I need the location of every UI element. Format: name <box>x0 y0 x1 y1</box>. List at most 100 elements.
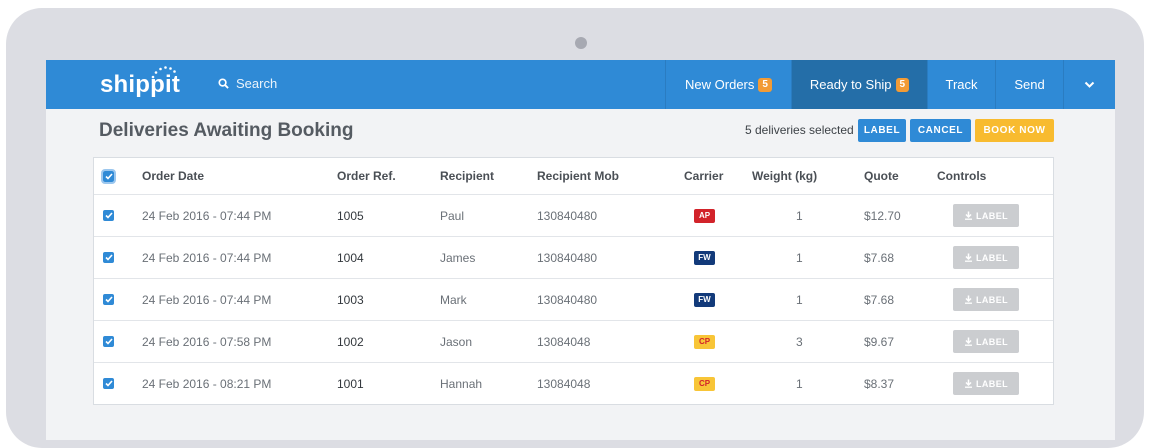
download-icon <box>965 211 972 220</box>
new-orders-count-badge: 5 <box>758 77 772 92</box>
order-date: 24 Feb 2016 - 08:21 PM <box>142 376 272 391</box>
recipient-mobile: 130840480 <box>537 292 598 307</box>
quote: $7.68 <box>864 250 895 265</box>
selection-count: 5 deliveries selected <box>745 123 854 137</box>
order-date: 24 Feb 2016 - 07:44 PM <box>142 292 272 307</box>
col-quote[interactable]: Quote <box>864 158 899 194</box>
row-checkbox[interactable] <box>103 210 114 221</box>
order-date: 24 Feb 2016 - 07:44 PM <box>142 250 272 265</box>
recipient-mobile: 13084048 <box>537 376 591 391</box>
weight: 1 <box>796 376 803 391</box>
recipient: James <box>440 250 476 265</box>
weight: 3 <box>796 334 803 349</box>
top-nav: shippit Search New Orders 5 Ready to Shi… <box>46 60 1115 109</box>
carrier-badge: CP <box>694 334 715 349</box>
carrier-badge: FW <box>694 250 715 265</box>
table-row[interactable]: 24 Feb 2016 - 07:44 PM 1003 Mark 1308404… <box>94 278 1053 320</box>
check-icon <box>104 172 113 180</box>
col-controls: Controls <box>937 169 987 183</box>
select-all-cell <box>101 158 116 194</box>
download-icon <box>965 295 972 304</box>
tab-label: Send <box>1014 77 1045 92</box>
more-menu-button[interactable] <box>1063 60 1115 109</box>
order-ref[interactable]: 1002 <box>337 321 364 362</box>
search-icon <box>218 78 229 89</box>
row-label-button-text: LABEL <box>976 252 1008 263</box>
book-now-button-text: BOOK NOW <box>983 125 1046 136</box>
weight: 1 <box>796 292 803 307</box>
tab-label: Ready to Ship <box>809 77 892 92</box>
row-label-button[interactable]: LABEL <box>953 288 1019 311</box>
order-ref[interactable]: 1004 <box>337 237 364 278</box>
nav-tabs: New Orders 5 Ready to Ship 5 Track Send <box>665 60 1115 109</box>
tab-ready-to-ship[interactable]: Ready to Ship 5 <box>791 60 927 109</box>
order-date: 24 Feb 2016 - 07:44 PM <box>142 208 272 223</box>
table-row[interactable]: 24 Feb 2016 - 07:58 PM 1002 Jason 130840… <box>94 320 1053 362</box>
page-title: Deliveries Awaiting Booking <box>99 120 354 141</box>
weight: 1 <box>796 250 803 265</box>
row-select-cell <box>103 195 114 236</box>
logo-dots-icon <box>151 66 176 79</box>
recipient-mobile: 130840480 <box>537 208 598 223</box>
book-now-button[interactable]: BOOK NOW <box>975 119 1054 142</box>
table-row[interactable]: 24 Feb 2016 - 07:44 PM 1004 James 130840… <box>94 236 1053 278</box>
quote: $12.70 <box>864 208 901 223</box>
tab-new-orders[interactable]: New Orders 5 <box>665 60 791 109</box>
controls-cell: LABEL <box>953 363 1019 404</box>
row-label-button[interactable]: LABEL <box>953 372 1019 395</box>
quote: $9.67 <box>864 334 895 349</box>
tab-send[interactable]: Send <box>995 60 1063 109</box>
row-label-button-text: LABEL <box>976 336 1008 347</box>
col-carrier[interactable]: Carrier <box>684 158 723 194</box>
tab-label: New Orders <box>685 77 755 92</box>
row-label-button-text: LABEL <box>976 210 1008 221</box>
camera-icon <box>575 37 587 49</box>
row-checkbox[interactable] <box>103 294 114 305</box>
recipient: Mark <box>440 292 467 307</box>
order-ref[interactable]: 1005 <box>337 195 364 236</box>
label-button[interactable]: LABEL <box>858 119 906 142</box>
row-label-button[interactable]: LABEL <box>953 246 1019 269</box>
row-select-cell <box>103 363 114 404</box>
carrier-badge: CP <box>694 376 715 391</box>
ready-to-ship-count-badge: 5 <box>895 77 910 92</box>
quote: $7.68 <box>864 292 895 307</box>
row-label-button-text: LABEL <box>976 378 1008 389</box>
select-all-checkbox[interactable] <box>101 168 116 184</box>
table-row[interactable]: 24 Feb 2016 - 07:44 PM 1005 Paul 1308404… <box>94 194 1053 236</box>
row-select-cell <box>103 321 114 362</box>
carrier-cell: FW <box>694 279 715 320</box>
quote: $8.37 <box>864 376 895 391</box>
carrier-cell: CP <box>694 321 715 362</box>
cancel-button-text: CANCEL <box>917 125 964 136</box>
col-order-ref[interactable]: Order Ref. <box>337 158 396 194</box>
label-button-text: LABEL <box>863 125 901 136</box>
col-order-date[interactable]: Order Date <box>142 158 204 194</box>
row-checkbox[interactable] <box>103 252 114 263</box>
row-select-cell <box>103 279 114 320</box>
row-select-cell <box>103 237 114 278</box>
col-weight[interactable]: Weight (kg) <box>752 158 817 194</box>
col-recipient-mob[interactable]: Recipient Mob <box>537 158 619 194</box>
recipient-mobile: 13084048 <box>537 334 591 349</box>
check-icon <box>104 338 113 345</box>
order-ref[interactable]: 1001 <box>337 363 364 404</box>
tab-track[interactable]: Track <box>927 60 995 109</box>
row-label-button-text: LABEL <box>976 294 1008 305</box>
order-ref[interactable]: 1003 <box>337 279 364 320</box>
row-checkbox[interactable] <box>103 378 114 389</box>
row-checkbox[interactable] <box>103 336 114 347</box>
cancel-button[interactable]: CANCEL <box>910 119 971 142</box>
search-placeholder: Search <box>236 76 278 91</box>
col-recipient[interactable]: Recipient <box>440 158 494 194</box>
check-icon <box>104 296 113 303</box>
row-label-button[interactable]: LABEL <box>953 204 1019 227</box>
controls-cell: LABEL <box>953 237 1019 278</box>
recipient: Hannah <box>440 376 483 391</box>
row-label-button[interactable]: LABEL <box>953 330 1019 353</box>
table-row[interactable]: 24 Feb 2016 - 08:21 PM 1001 Hannah 13084… <box>94 362 1053 404</box>
carrier-badge: AP <box>694 208 715 223</box>
check-icon <box>104 212 113 219</box>
search-bar[interactable]: Search <box>218 76 277 91</box>
order-date: 24 Feb 2016 - 07:58 PM <box>142 334 272 349</box>
